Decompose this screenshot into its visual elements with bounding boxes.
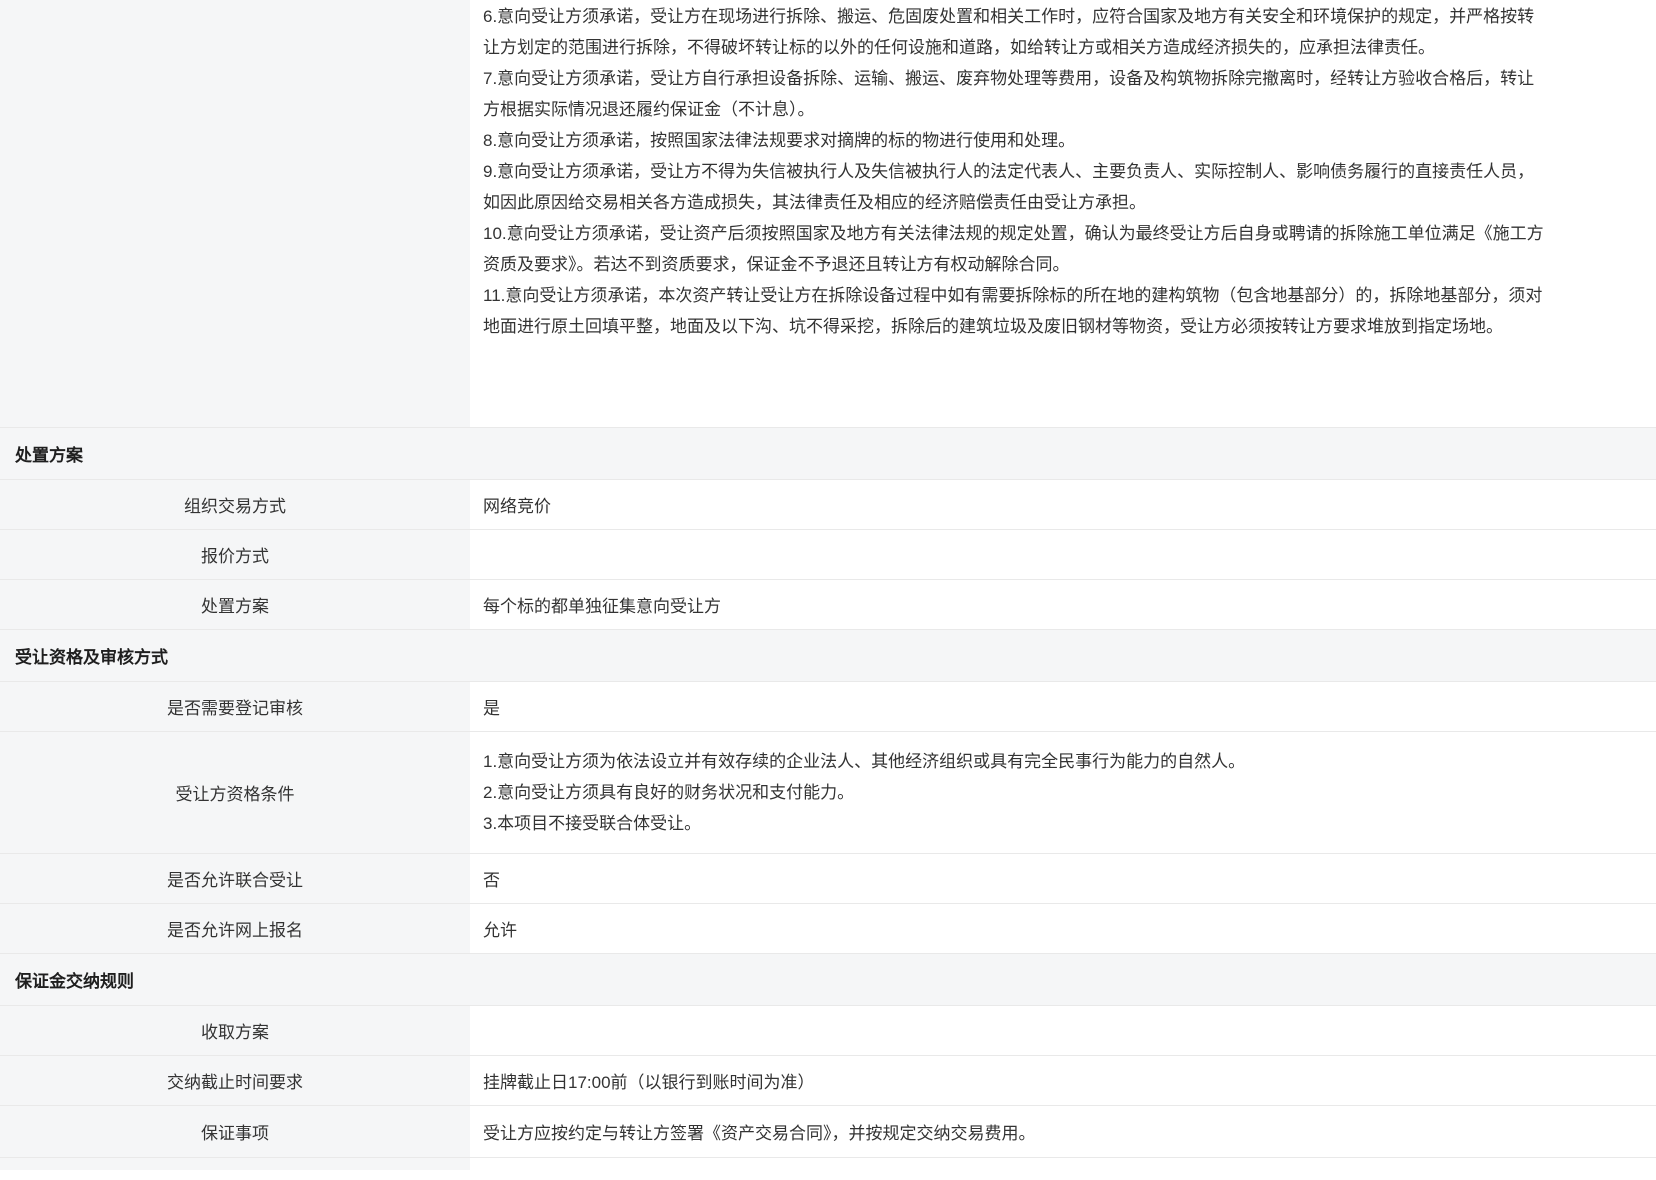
section-header-disposal-plan: 处置方案 [0, 428, 1656, 480]
table-row-collection-plan: 收取方案 [0, 1006, 1656, 1056]
qualification-line-3: 3.本项目不接受联合体受让。 [483, 808, 701, 839]
table-row-commitments: 6.意向受让方须承诺，受让方在现场进行拆除、搬运、危固废处置和相关工作时，应符合… [0, 0, 1656, 428]
asset-transfer-detail-table: 6.意向受让方须承诺，受让方在现场进行拆除、搬运、危固废处置和相关工作时，应符合… [0, 0, 1656, 1180]
row-value: 每个标的都单独征集意向受让方 [470, 580, 1656, 629]
row-label: 保证事项 [0, 1106, 470, 1157]
row-label: 报价方式 [0, 530, 470, 579]
row-label: 交纳截止时间要求 [0, 1056, 470, 1105]
commitment-item-10: 10.意向受让方须承诺，受让资产后须按照国家及地方有关法律法规的规定处置，确认为… [483, 218, 1546, 280]
row-label: 是否需要登记审核 [0, 682, 470, 731]
table-row-payment-deadline: 交纳截止时间要求 挂牌截止日17:00前（以银行到账时间为准） [0, 1056, 1656, 1106]
row-value: 允许 [470, 904, 1656, 953]
row-label: 是否允许网上报名 [0, 904, 470, 953]
section-title: 处置方案 [15, 441, 83, 466]
row-value: 受让方应按约定与转让方签署《资产交易合同》，并按规定交纳交易费用。 [470, 1106, 1656, 1157]
commitment-item-9: 9.意向受让方须承诺，受让方不得为失信被执行人及失信被执行人的法定代表人、主要负… [483, 156, 1546, 218]
commitment-item-11: 11.意向受让方须承诺，本次资产转让受让方在拆除设备过程中如有需要拆除标的所在地… [483, 280, 1546, 342]
row-value [470, 530, 1656, 579]
commitment-item-6: 6.意向受让方须承诺，受让方在现场进行拆除、搬运、危固废处置和相关工作时，应符合… [483, 1, 1546, 63]
section-title: 受让资格及审核方式 [15, 643, 168, 668]
row-label: 处置方案 [0, 580, 470, 629]
table-row-trade-method: 组织交易方式 网络竞价 [0, 480, 1656, 530]
table-row-disposal-plan: 处置方案 每个标的都单独征集意向受让方 [0, 580, 1656, 630]
row-value: 否 [470, 854, 1656, 903]
table-row-quote-method: 报价方式 [0, 530, 1656, 580]
row-value: 网络竞价 [470, 480, 1656, 529]
row-label-empty [0, 0, 470, 427]
row-value [470, 1006, 1656, 1055]
table-row-qualification-conditions: 受让方资格条件 1.意向受让方须为依法设立并有效存续的企业法人、其他经济组织或具… [0, 732, 1656, 854]
table-row-online-signup: 是否允许网上报名 允许 [0, 904, 1656, 954]
row-label: 受让方资格条件 [0, 732, 470, 853]
row-value: 挂牌截止日17:00前（以银行到账时间为准） [470, 1056, 1656, 1105]
row-label-empty [0, 1158, 470, 1170]
table-row-guarantee-matters: 保证事项 受让方应按约定与转让方签署《资产交易合同》，并按规定交纳交易费用。 [0, 1106, 1656, 1158]
row-value: 是 [470, 682, 1656, 731]
section-header-deposit-rules: 保证金交纳规则 [0, 954, 1656, 1006]
row-value-multiline: 1.意向受让方须为依法设立并有效存续的企业法人、其他经济组织或具有完全民事行为能… [470, 732, 1656, 853]
row-value-empty [470, 1158, 1656, 1170]
section-header-qualification: 受让资格及审核方式 [0, 630, 1656, 682]
qualification-line-2: 2.意向受让方须具有良好的财务状况和支付能力。 [483, 777, 854, 808]
table-row-joint-transfer: 是否允许联合受让 否 [0, 854, 1656, 904]
commitment-item-8: 8.意向受让方须承诺，按照国家法律法规要求对摘牌的标的物进行使用和处理。 [483, 125, 1546, 156]
section-title: 保证金交纳规则 [15, 967, 134, 992]
commitment-paragraphs: 6.意向受让方须承诺，受让方在现场进行拆除、搬运、危固废处置和相关工作时，应符合… [470, 0, 1656, 427]
table-row-partial [0, 1158, 1656, 1170]
qualification-line-1: 1.意向受让方须为依法设立并有效存续的企业法人、其他经济组织或具有完全民事行为能… [483, 746, 1245, 777]
row-label: 是否允许联合受让 [0, 854, 470, 903]
row-label: 组织交易方式 [0, 480, 470, 529]
table-row-registration-review: 是否需要登记审核 是 [0, 682, 1656, 732]
commitment-item-7: 7.意向受让方须承诺，受让方自行承担设备拆除、运输、搬运、废弃物处理等费用，设备… [483, 63, 1546, 125]
row-label: 收取方案 [0, 1006, 470, 1055]
